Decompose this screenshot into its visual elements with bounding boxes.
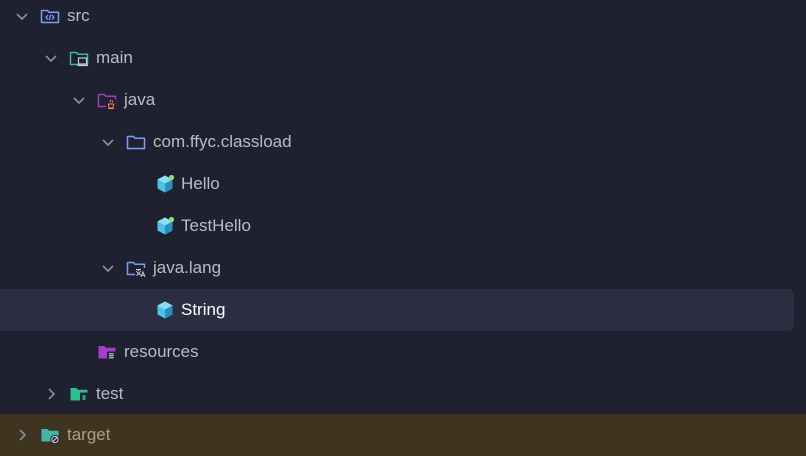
java-class-icon [157,301,173,319]
tree-node-resources[interactable]: resources [0,331,806,373]
tree-node-label: String [181,300,226,319]
chevron-down-icon[interactable] [14,8,30,24]
tree-node-hello[interactable]: Hello [0,163,806,205]
tree-node-label: TestHello [181,216,251,235]
tree-node-label: Hello [181,174,220,193]
tree-node-java[interactable]: java [0,79,806,121]
chevron-right-icon[interactable] [43,386,59,402]
tree-node-java-lang[interactable]: java.lang [0,247,806,289]
tree-node-src[interactable]: src [0,0,806,37]
excluded-folder-icon [41,429,60,445]
tree-node-label: resources [124,342,199,361]
chevron-right-icon[interactable] [14,427,30,443]
tree-node-label: java [124,90,156,109]
tree-node-label: src [67,6,90,25]
java-source-folder-icon [97,93,117,109]
tree-node-label: test [96,384,124,403]
module-folder-icon [69,51,89,67]
chevron-down-icon[interactable] [43,50,59,66]
chevron-down-icon[interactable] [100,134,116,150]
tree-node-main[interactable]: main [0,37,806,79]
tree-node-label: com.ffyc.classload [153,132,292,151]
test-folder-icon [70,388,88,402]
source-root-folder-icon [40,9,60,24]
tree-node-label: java.lang [153,258,222,277]
tree-node-label: main [96,48,133,67]
chevron-down-icon[interactable] [71,92,87,108]
tree-node-target[interactable]: target [0,414,806,456]
tree-node-test[interactable]: test [0,373,806,415]
chevron-down-icon[interactable] [100,260,116,276]
tree-node-testhello[interactable]: TestHello [0,205,806,247]
package-folder-icon [126,261,146,278]
resources-folder-icon [98,346,116,360]
package-folder-icon [126,135,146,150]
tree-node-label: target [67,425,111,444]
project-tree: src main java com.ffyc.classload Hello T… [0,0,806,456]
java-class-icon [157,174,175,193]
tree-node-string[interactable]: String [0,289,794,331]
tree-node-com-ffyc-classload[interactable]: com.ffyc.classload [0,121,806,163]
java-class-icon [157,216,175,235]
